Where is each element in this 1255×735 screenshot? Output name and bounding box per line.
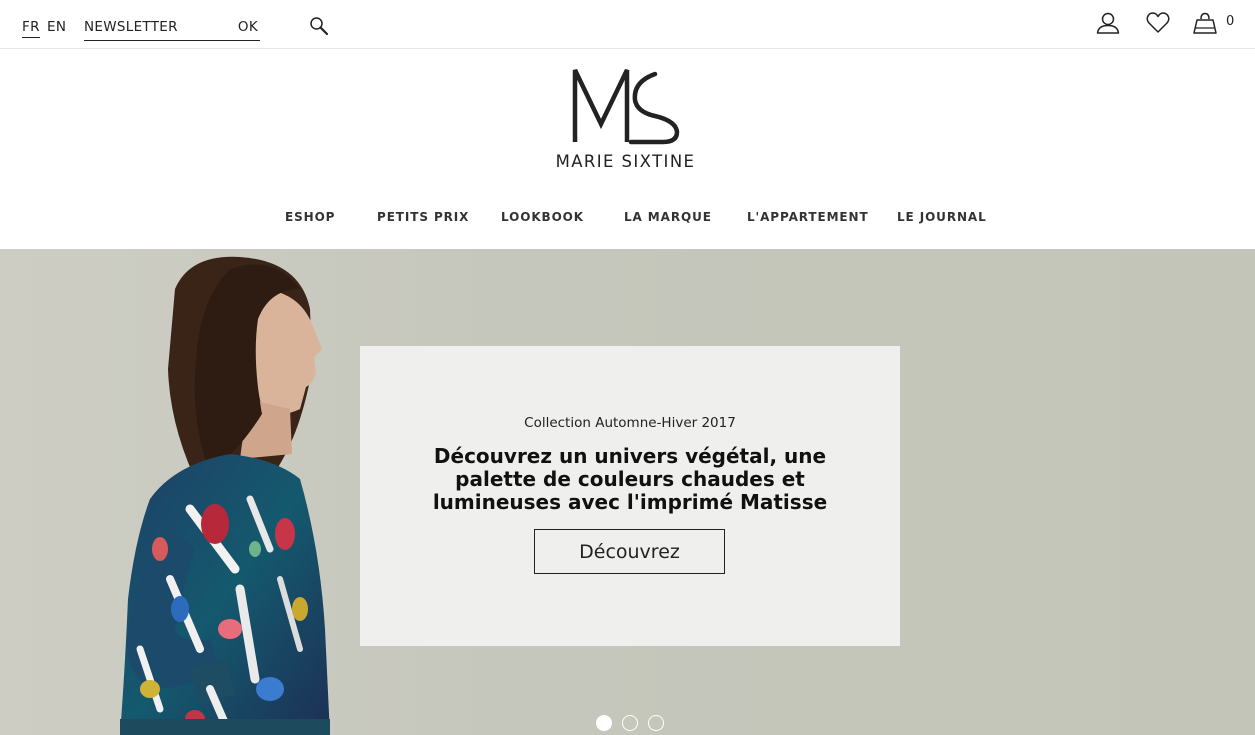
nav-item-lookbook[interactable]: LOOKBOOK: [501, 210, 584, 224]
nav-item-petits-prix[interactable]: PETITS PRIX: [377, 210, 469, 224]
lang-fr-link[interactable]: FR: [22, 19, 40, 38]
newsletter-input[interactable]: [84, 15, 224, 39]
slider-dot-3[interactable]: [648, 715, 664, 731]
top-bar: FR EN OK 0: [0, 0, 1255, 49]
hero-model-image: [120, 256, 330, 735]
slider-dot-2[interactable]: [622, 715, 638, 731]
newsletter-ok-button[interactable]: OK: [238, 19, 258, 35]
brand-logo[interactable]: MARIE SIXTINE: [553, 66, 698, 176]
discover-button[interactable]: Découvrez: [534, 529, 725, 574]
hero-headline: Découvrez un univers végétal, une palett…: [432, 444, 828, 514]
user-icon[interactable]: [1095, 10, 1121, 36]
search-icon[interactable]: [309, 16, 329, 36]
brand-name: MARIE SIXTINE: [555, 152, 696, 171]
nav-item-eshop[interactable]: ESHOP: [285, 210, 335, 224]
slider-dot-1[interactable]: [596, 715, 612, 731]
lang-en-link[interactable]: EN: [47, 19, 66, 35]
hero-slider: Collection Automne-Hiver 2017 Découvrez …: [0, 249, 1255, 735]
cart-icon[interactable]: [1192, 10, 1218, 36]
main-nav: ESHOP PETITS PRIX LOOKBOOK LA MARQUE L'A…: [0, 210, 1255, 230]
nav-item-la-marque[interactable]: LA MARQUE: [624, 210, 712, 224]
nav-item-le-journal[interactable]: LE JOURNAL: [897, 210, 987, 224]
newsletter-form: OK: [84, 15, 260, 41]
nav-item-appartement[interactable]: L'APPARTEMENT: [747, 210, 869, 224]
heart-icon[interactable]: [1145, 10, 1171, 36]
ms-monogram-icon: [572, 69, 680, 145]
hero-promo-panel: Collection Automne-Hiver 2017 Découvrez …: [360, 346, 900, 646]
hero-kicker: Collection Automne-Hiver 2017: [524, 415, 736, 431]
cart-count: 0: [1226, 14, 1235, 29]
